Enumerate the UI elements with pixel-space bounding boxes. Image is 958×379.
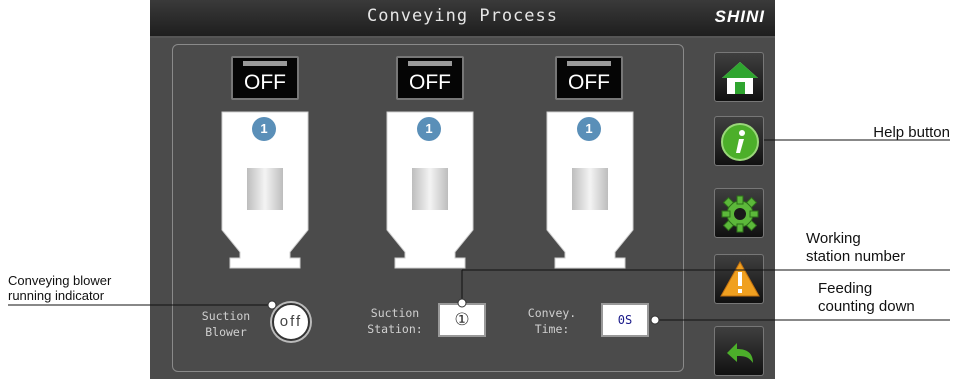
help-button-callout: Help button: [873, 124, 950, 141]
blower-indicator-callout: Conveying blower running indicator: [8, 273, 111, 303]
working-station-callout-line2: station number: [806, 248, 906, 265]
callout-lines: [8, 139, 950, 325]
feeding-countdown-callout: Feeding counting down: [818, 280, 915, 316]
feeding-callout-line1: Feeding: [818, 280, 873, 297]
blower-callout-line1: Conveying blower: [8, 273, 112, 288]
blower-callout-line2: running indicator: [8, 288, 105, 303]
working-station-callout-line1: Working: [806, 230, 861, 247]
working-station-callout: Working station number: [806, 230, 905, 266]
feeding-callout-line2: counting down: [818, 298, 915, 315]
